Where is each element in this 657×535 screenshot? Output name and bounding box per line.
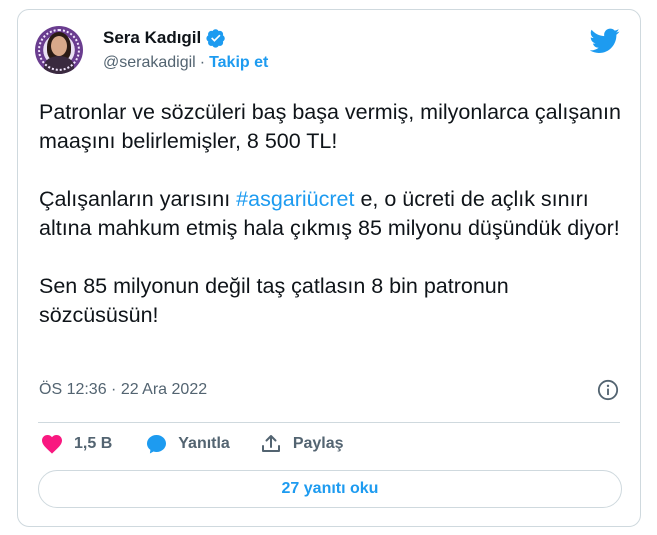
divider [38,422,620,423]
share-icon [261,435,280,452]
follow-link[interactable]: Takip et [209,54,268,72]
tweet-paragraph-3: Sen 85 milyonun değil taş çatlasın 8 bin… [39,274,509,327]
tweet-paragraph-1: Patronlar ve sözcüleri baş başa vermiş, … [39,100,621,153]
author-name-row: Sera Kadıgil [103,28,226,48]
reply-icon [147,435,167,454]
author-handle[interactable]: @serakadigil [103,54,196,72]
reply-label: Yanıtla [178,435,230,452]
tweet-timestamp[interactable]: ÖS 12:36 · 22 Ara 2022 [39,381,207,399]
handle-separator: · [199,54,206,71]
twitter-bird-icon[interactable] [590,28,620,54]
avatar-ring [38,29,80,71]
info-icon[interactable] [597,379,619,401]
heart-icon [42,435,62,454]
paragraph-2-before: Çalışanların yarısını [39,187,237,211]
tweet-actions: 1,5 B Yanıtla Paylaş [40,431,344,457]
reply-button[interactable]: Yanıtla [144,432,230,456]
read-replies-button[interactable]: 27 yanıtı oku [38,470,622,508]
avatar[interactable] [35,26,83,74]
tweet-text: Patronlar ve sözcüleri baş başa vermiş, … [39,98,624,330]
like-count: 1,5 B [74,435,113,452]
verified-badge-icon [206,29,226,48]
tweet-paragraph-2: Çalışanların yarısını #asgariücret e, o … [39,185,624,243]
share-button[interactable]: Paylaş [259,432,344,456]
author-handle-row: @serakadigil · Takip et [103,54,268,72]
share-label: Paylaş [292,435,344,452]
author-name[interactable]: Sera Kadıgil [103,28,201,48]
hashtag-link[interactable]: #asgariücret [236,187,354,211]
like-button[interactable]: 1,5 B [40,432,112,456]
tweet-card: Sera Kadıgil @serakadigil · Takip et Pat… [17,9,641,527]
